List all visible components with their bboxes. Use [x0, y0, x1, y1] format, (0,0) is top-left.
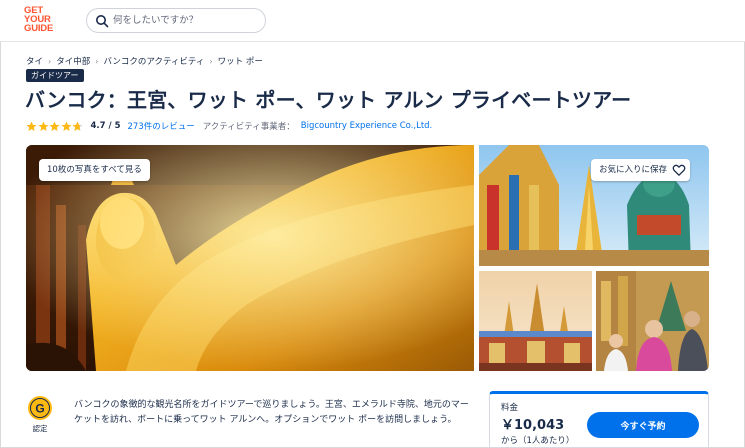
breadcrumb-item-thailand[interactable]: タイ — [26, 55, 43, 67]
star-half-icon — [72, 121, 83, 131]
chevron-right-icon: › — [209, 56, 213, 66]
breadcrumb-item-central-thailand[interactable]: タイ中部 — [56, 55, 90, 67]
provider-link[interactable]: Bigcountry Experience Co.,Ltd. — [301, 121, 432, 131]
price-box: 料金 ￥10,043 から（1人あたり） 今すぐ予約 — [489, 391, 709, 448]
star-icon — [37, 121, 49, 131]
search-icon — [96, 15, 109, 28]
book-now-button[interactable]: 今すぐ予約 — [587, 412, 699, 438]
header: GET YOUR GUIDE — [0, 0, 745, 42]
breadcrumb: タイ › タイ中部 › バンコクのアクティビティ › ワット ポー — [26, 55, 263, 68]
save-to-wishlist-button[interactable]: お気に入りに保存 — [591, 159, 691, 181]
activity-description: バンコクの象徴的な観光名所をガイドツアーで巡りましょう。王宮、エメラルド寺院、地… — [74, 400, 469, 425]
gallery-image-temple-spires[interactable] — [479, 271, 592, 371]
search-bar[interactable] — [86, 8, 266, 33]
rating-row: 4.7 / 5 273件のレビュー アクティビティ事業者： Bigcountry… — [26, 120, 432, 132]
photo-gallery: 10枚の写真をすべて見る お気に入りに保存 — [26, 145, 709, 371]
price-label: 料金 — [501, 403, 519, 413]
chevron-right-icon: › — [48, 56, 52, 66]
rating-value: 4.7 / 5 — [90, 121, 121, 131]
page-title: バンコク：王宮、ワット ポー、ワット アルン プライベートツアー — [25, 88, 632, 112]
category-badge: ガイドツアー — [26, 69, 84, 82]
breadcrumb-item-wat-pho[interactable]: ワット ポー — [218, 55, 263, 67]
breadcrumb-item-bangkok-activities[interactable]: バンコクのアクティビティ — [103, 55, 204, 67]
heart-icon — [672, 164, 686, 176]
chevron-right-icon: › — [95, 56, 99, 66]
star-rating — [26, 121, 84, 132]
star-icon — [60, 121, 72, 131]
save-to-wishlist-label: お気に入りに保存 — [599, 165, 668, 175]
svg-text:G: G — [35, 402, 44, 416]
provider-label: アクティビティ事業者： — [202, 122, 295, 132]
price-unit: から（1人あたり） — [501, 436, 575, 446]
gallery-image-tourists[interactable] — [596, 271, 709, 371]
getyourguide-logo[interactable]: GET YOUR GUIDE — [24, 6, 60, 34]
search-input[interactable] — [113, 12, 261, 29]
star-icon — [49, 121, 60, 131]
star-icon — [26, 121, 37, 131]
certified-label: 認定 — [32, 424, 48, 433]
logo-line-3: GUIDE — [24, 23, 54, 34]
price-value: ￥10,043 — [501, 418, 565, 433]
view-all-photos-button[interactable]: 10枚の写真をすべて見る — [39, 159, 150, 181]
certified-badge: G 認定 — [26, 395, 54, 434]
reviews-link[interactable]: 273件のレビュー — [128, 120, 195, 132]
certified-g-icon: G — [28, 396, 52, 420]
